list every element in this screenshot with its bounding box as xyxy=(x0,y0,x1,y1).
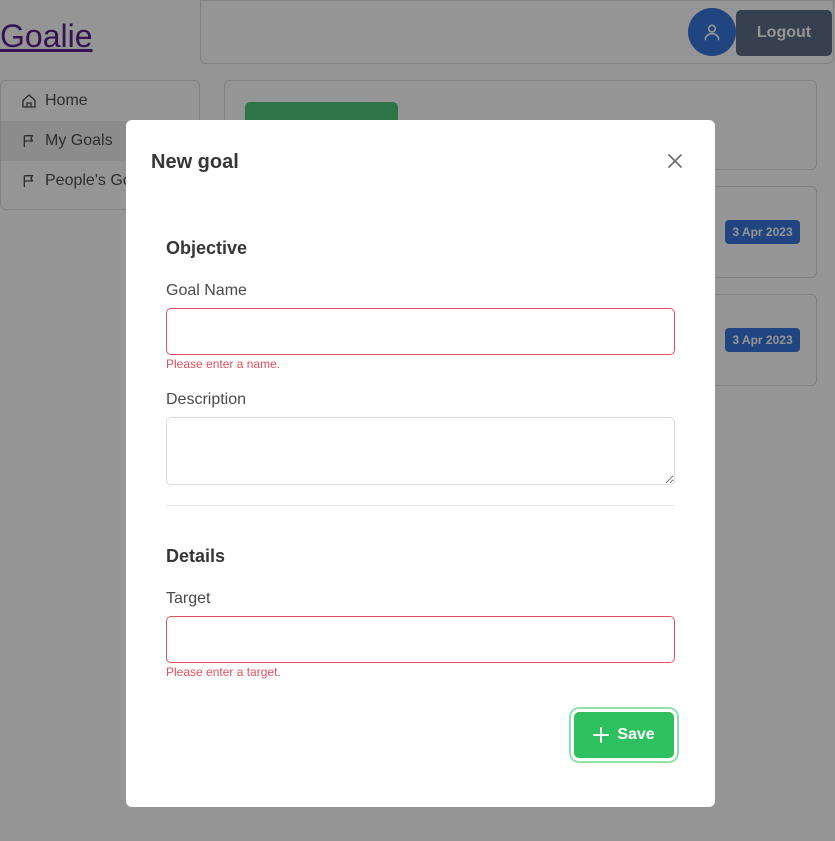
target-error: Please enter a target. xyxy=(166,665,281,679)
save-button-label: Save xyxy=(617,726,655,743)
modal-title: New goal xyxy=(151,151,239,173)
goal-name-input[interactable] xyxy=(166,308,675,355)
save-button[interactable]: Save xyxy=(574,712,674,758)
plus-icon xyxy=(593,727,610,743)
close-button[interactable] xyxy=(664,150,686,172)
new-goal-modal: New goal Objective Goal Name Please ente… xyxy=(126,120,715,807)
objective-heading: Objective xyxy=(166,238,248,258)
section-divider xyxy=(166,505,675,506)
description-textarea[interactable] xyxy=(166,417,675,485)
details-heading: Details xyxy=(166,546,226,566)
close-icon xyxy=(668,154,682,168)
description-label: Description xyxy=(166,391,247,408)
target-input[interactable] xyxy=(166,616,675,663)
goal-name-error: Please enter a name. xyxy=(166,357,281,371)
target-label: Target xyxy=(166,590,211,607)
goal-name-label: Goal Name xyxy=(166,282,247,299)
